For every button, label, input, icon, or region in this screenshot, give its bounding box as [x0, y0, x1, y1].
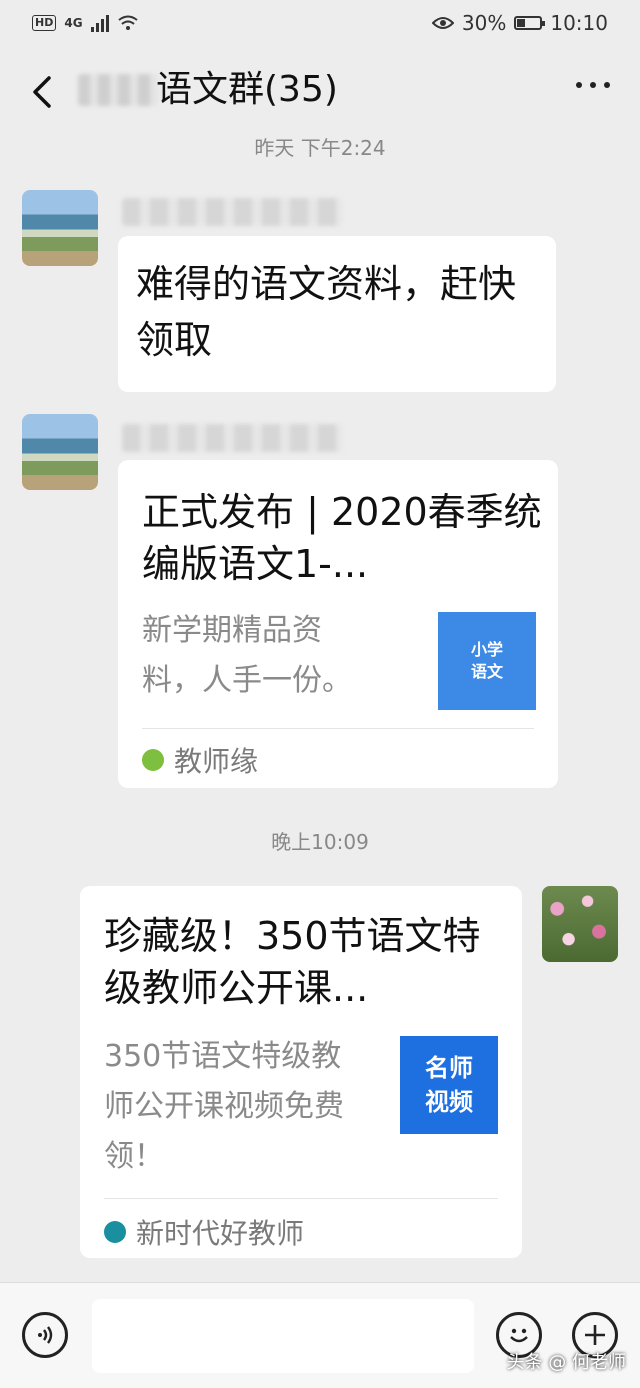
- timestamp: 昨天 下午2:24: [254, 136, 386, 160]
- sender-avatar[interactable]: [22, 190, 98, 266]
- card-thumbnail: 名师视频: [400, 1036, 498, 1134]
- card-divider: [142, 728, 534, 729]
- message-input[interactable]: [92, 1299, 474, 1373]
- plus-icon: [585, 1325, 605, 1345]
- card-title: 正式发布 | 2020春季统编版语文1-...: [142, 490, 542, 586]
- own-avatar[interactable]: [542, 886, 618, 962]
- source-logo-icon: [104, 1221, 126, 1243]
- card-description: 350节语文特级教师公开课视频免费领！: [104, 1039, 344, 1174]
- thumbnail-label: 名师视频: [425, 1054, 473, 1116]
- blurred-group-prefix: [78, 74, 158, 106]
- chevron-left-icon: [33, 76, 51, 108]
- network-type: 4G: [64, 16, 83, 30]
- chat-title: 语文群(35): [156, 69, 338, 110]
- sender-name-blurred: [122, 424, 342, 452]
- card-title: 珍藏级！350节语文特级教师公开课...: [104, 914, 481, 1010]
- hd-indicator: HD: [32, 15, 57, 31]
- message-text: 难得的语文资料，赶快领取: [136, 262, 517, 362]
- message-bubble-text[interactable]: 难得的语文资料，赶快领取: [118, 236, 556, 392]
- input-bar: 头条 @ 何老师: [0, 1282, 640, 1388]
- card-thumbnail: 小学语文: [438, 612, 536, 710]
- watermark: 头条 @ 何老师: [506, 1352, 626, 1373]
- battery-icon: [514, 16, 546, 30]
- source-name: 新时代好教师: [136, 1217, 305, 1250]
- more-options-button[interactable]: [576, 82, 610, 88]
- chat-header: 语文群(35): [0, 46, 640, 136]
- source-name: 教师缘: [174, 745, 259, 778]
- back-button[interactable]: [22, 72, 62, 112]
- status-bar: HD 4G 30% 10:10: [0, 0, 640, 46]
- source-logo-icon: [142, 749, 164, 771]
- voice-icon: [38, 1326, 53, 1344]
- card-divider: [104, 1198, 498, 1199]
- card-source: 新时代好教师: [104, 1212, 304, 1252]
- status-time: 10:10: [550, 11, 608, 35]
- card-description: 新学期精品资料，人手一份。: [142, 613, 352, 698]
- battery-percent: 30%: [461, 11, 507, 35]
- card-source: 教师缘: [142, 740, 258, 780]
- signal-icon: [90, 14, 109, 32]
- thumbnail-label: 小学语文: [470, 640, 503, 681]
- link-card[interactable]: 珍藏级！350节语文特级教师公开课... 350节语文特级教师公开课视频免费领！…: [80, 886, 522, 1258]
- voice-button[interactable]: [22, 1312, 68, 1358]
- sender-name-blurred: [122, 198, 342, 226]
- eye-icon: [431, 17, 454, 29]
- wifi-icon: [117, 15, 138, 30]
- emoji-icon: [510, 1328, 528, 1343]
- sender-avatar[interactable]: [22, 414, 98, 490]
- timestamp: 晚上10:09: [271, 830, 369, 854]
- link-card[interactable]: 正式发布 | 2020春季统编版语文1-... 新学期精品资料，人手一份。 小学…: [118, 460, 558, 788]
